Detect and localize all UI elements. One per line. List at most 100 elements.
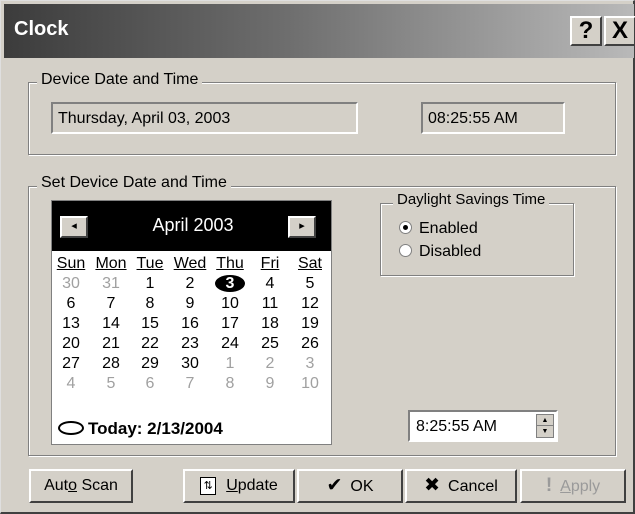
calendar-day[interactable]: 23 bbox=[171, 334, 209, 354]
calendar-day[interactable]: 10 bbox=[211, 294, 249, 314]
calendar-day[interactable]: 8 bbox=[211, 374, 249, 394]
calendar-day[interactable]: 5 bbox=[92, 374, 130, 394]
time-picker[interactable]: 8:25:55 AM ▲ ▼ bbox=[408, 410, 558, 442]
calendar-day[interactable]: 30 bbox=[171, 354, 209, 374]
today-label: Today: 2/13/2004 bbox=[88, 419, 223, 438]
update-icon: ⇅ bbox=[200, 476, 217, 495]
checkmark-icon: ✔ bbox=[326, 475, 343, 496]
calendar-day[interactable]: 25 bbox=[251, 334, 289, 354]
calendar-day[interactable]: 7 bbox=[92, 294, 130, 314]
apply-label-b: pply bbox=[570, 478, 601, 495]
calendar-day[interactable]: 14 bbox=[92, 314, 130, 334]
calendar-day[interactable]: 13 bbox=[52, 314, 90, 334]
calendar-weekday: Thu bbox=[216, 255, 244, 272]
calendar-week-row: 13 14 15 16 17 18 19 bbox=[52, 314, 331, 334]
calendar-day[interactable]: 30 bbox=[52, 274, 90, 294]
calendar-prev-month-button[interactable]: ◂ bbox=[60, 216, 88, 238]
calendar-week-row: 4 5 6 7 8 9 10 bbox=[52, 374, 331, 394]
calendar-day[interactable]: 31 bbox=[92, 274, 130, 294]
calendar-day[interactable]: 22 bbox=[131, 334, 169, 354]
calendar-day-selected[interactable]: 3 bbox=[211, 274, 249, 294]
calendar-day[interactable]: 7 bbox=[171, 374, 209, 394]
calendar-day[interactable]: 3 bbox=[291, 354, 329, 374]
ok-button[interactable]: ✔ OK bbox=[297, 469, 403, 503]
auto-scan-button[interactable]: Auto Scan bbox=[29, 469, 133, 503]
calendar-day[interactable]: 18 bbox=[251, 314, 289, 334]
update-button[interactable]: ⇅ Update bbox=[183, 469, 295, 503]
calendar-day[interactable]: 5 bbox=[291, 274, 329, 294]
calendar-day[interactable]: 9 bbox=[171, 294, 209, 314]
dst-enabled-label: Enabled bbox=[419, 220, 478, 237]
radio-checked-icon[interactable] bbox=[399, 221, 412, 234]
device-time-field: 08:25:55 AM bbox=[421, 102, 565, 134]
calendar-week-row: 20 21 22 23 24 25 26 bbox=[52, 334, 331, 354]
calendar-day[interactable]: 20 bbox=[52, 334, 90, 354]
time-spinner[interactable]: ▲ ▼ bbox=[536, 414, 554, 438]
calendar-next-month-button[interactable]: ▸ bbox=[288, 216, 316, 238]
calendar-weekday: Fri bbox=[260, 255, 280, 272]
calendar-day[interactable]: 1 bbox=[211, 354, 249, 374]
calendar-day[interactable]: 1 bbox=[131, 274, 169, 294]
calendar-day[interactable]: 28 bbox=[92, 354, 130, 374]
calendar-day[interactable]: 11 bbox=[251, 294, 289, 314]
update-label-a: U bbox=[226, 477, 238, 494]
set-date-time-label: Set Device Date and Time bbox=[37, 174, 231, 192]
calendar-weekday-row: Sun Mon Tue Wed Thu Fri Sat bbox=[52, 254, 331, 274]
calendar-day[interactable]: 21 bbox=[92, 334, 130, 354]
apply-button[interactable]: ! Apply bbox=[520, 469, 626, 503]
calendar-week-row: 27 28 29 30 1 2 3 bbox=[52, 354, 331, 374]
dst-enabled-radio[interactable]: Enabled bbox=[399, 220, 478, 238]
daylight-savings-group bbox=[380, 203, 574, 276]
calendar-month-label[interactable]: April 2003 bbox=[106, 215, 280, 236]
calendar-day[interactable]: 9 bbox=[251, 374, 289, 394]
calendar-day[interactable]: 6 bbox=[131, 374, 169, 394]
ok-label: OK bbox=[350, 478, 374, 495]
device-date-field: Thursday, April 03, 2003 bbox=[51, 102, 358, 134]
clock-window: Clock ? X Device Date and Time Thursday,… bbox=[0, 0, 635, 514]
time-picker-value[interactable]: 8:25:55 AM bbox=[416, 418, 497, 436]
spinner-up-icon[interactable]: ▲ bbox=[537, 415, 553, 426]
calendar-day[interactable]: 27 bbox=[52, 354, 90, 374]
apply-label-a: A bbox=[560, 478, 571, 495]
radio-unchecked-icon[interactable] bbox=[399, 244, 412, 257]
calendar-day[interactable]: 15 bbox=[131, 314, 169, 334]
calendar-day[interactable]: 10 bbox=[291, 374, 329, 394]
daylight-savings-label: Daylight Savings Time bbox=[393, 191, 550, 208]
update-label-b: pdate bbox=[237, 477, 278, 494]
help-button[interactable]: ? bbox=[570, 16, 602, 46]
calendar-day[interactable]: 6 bbox=[52, 294, 90, 314]
dst-disabled-radio[interactable]: Disabled bbox=[399, 243, 481, 261]
calendar-weekday: Mon bbox=[95, 255, 127, 272]
triangle-left-icon: ◂ bbox=[71, 220, 77, 232]
calendar-day[interactable]: 29 bbox=[131, 354, 169, 374]
device-date-time-label: Device Date and Time bbox=[37, 71, 203, 89]
today-circle-icon bbox=[58, 421, 84, 435]
selected-day-label: 3 bbox=[215, 275, 245, 292]
calendar-day[interactable]: 2 bbox=[171, 274, 209, 294]
calendar-week-row: 30 31 1 2 3 4 5 bbox=[52, 274, 331, 294]
calendar-today-link[interactable]: Today: 2/13/2004 bbox=[58, 419, 223, 439]
calendar-weekday: Sat bbox=[297, 255, 322, 272]
calendar-weekday: Sun bbox=[56, 255, 86, 272]
calendar-week-row: 6 7 8 9 10 11 12 bbox=[52, 294, 331, 314]
calendar-day[interactable]: 26 bbox=[291, 334, 329, 354]
calendar-day[interactable]: 16 bbox=[171, 314, 209, 334]
auto-scan-label-c: Scan bbox=[77, 477, 118, 494]
calendar-day[interactable]: 12 bbox=[291, 294, 329, 314]
auto-scan-label-b: o bbox=[68, 477, 77, 494]
month-calendar[interactable]: ◂ April 2003 ▸ Sun Mon Tue Wed Thu Fri Sat 30 31… bbox=[51, 200, 332, 445]
cancel-button[interactable]: ✖ Cancel bbox=[405, 469, 517, 503]
title-bar[interactable]: Clock ? X bbox=[4, 4, 635, 58]
calendar-day[interactable]: 19 bbox=[291, 314, 329, 334]
calendar-day[interactable]: 4 bbox=[52, 374, 90, 394]
auto-scan-label-a: Aut bbox=[44, 477, 69, 494]
calendar-day[interactable]: 2 bbox=[251, 354, 289, 374]
calendar-day[interactable]: 17 bbox=[211, 314, 249, 334]
close-button[interactable]: X bbox=[604, 16, 635, 46]
x-icon: ✖ bbox=[424, 475, 441, 496]
calendar-day[interactable]: 4 bbox=[251, 274, 289, 294]
spinner-down-icon[interactable]: ▼ bbox=[537, 426, 553, 437]
cancel-label: Cancel bbox=[448, 478, 498, 495]
calendar-day[interactable]: 24 bbox=[211, 334, 249, 354]
calendar-day[interactable]: 8 bbox=[131, 294, 169, 314]
